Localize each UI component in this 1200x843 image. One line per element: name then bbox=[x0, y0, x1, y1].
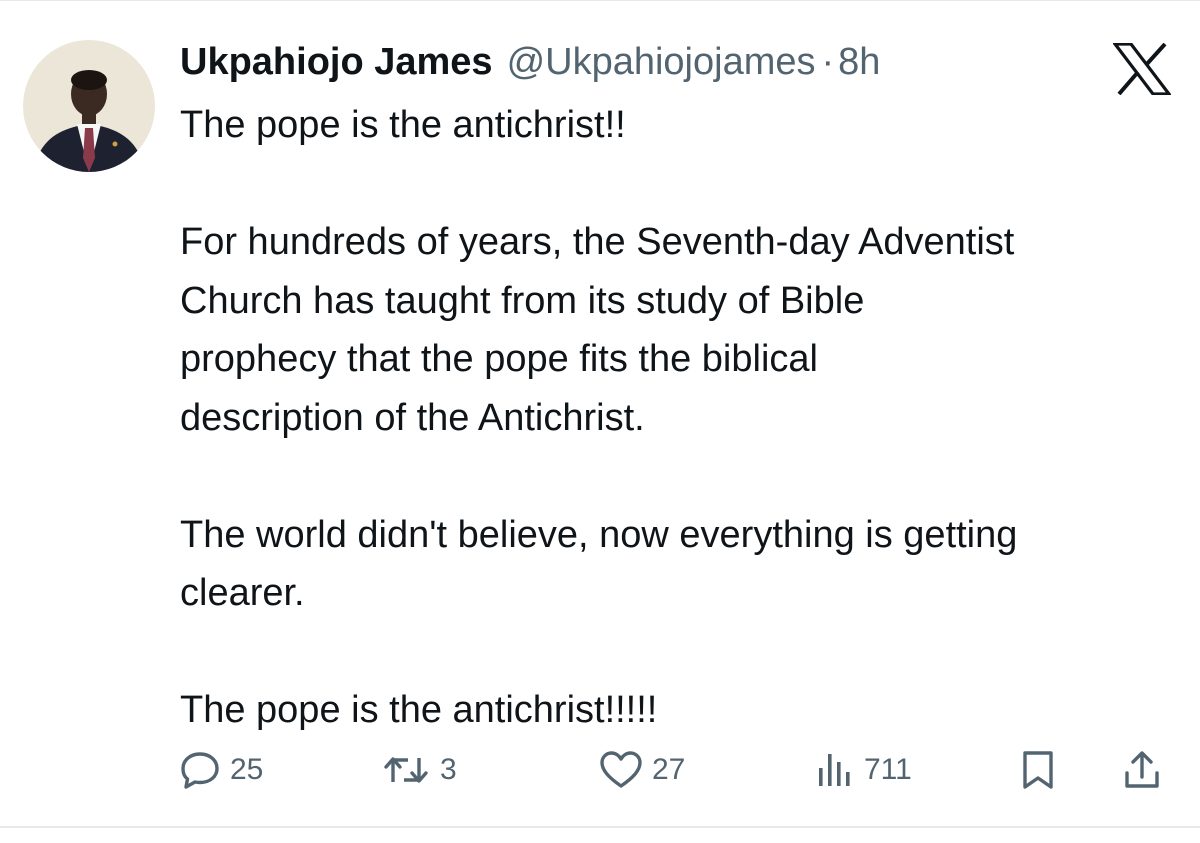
separator-dot: · bbox=[821, 41, 835, 83]
tweet-paragraph: The world didn't believe, now everything… bbox=[180, 513, 1018, 615]
tweet-text: The pope is the antichrist!! For hundred… bbox=[180, 96, 1180, 740]
x-logo-icon bbox=[1111, 42, 1173, 96]
reply-button[interactable]: 25 bbox=[178, 740, 263, 800]
reply-icon bbox=[178, 748, 222, 792]
repost-count: 3 bbox=[440, 753, 457, 786]
repost-icon bbox=[380, 748, 432, 792]
author-name[interactable]: Ukpahiojo James bbox=[180, 38, 493, 86]
tweet-header: Ukpahiojo James @Ukpahiojojames · 8h bbox=[180, 38, 880, 86]
like-button[interactable]: 27 bbox=[598, 740, 685, 800]
tweet-paragraph: The pope is the antichrist!!!!! bbox=[180, 689, 658, 731]
tweet-card: Ukpahiojo James @Ukpahiojojames · 8h The… bbox=[0, 0, 1200, 843]
heart-icon bbox=[598, 748, 644, 792]
reply-count: 25 bbox=[230, 753, 264, 786]
views-chart-icon bbox=[812, 748, 856, 792]
action-bar: 25 3 27 711 bbox=[0, 740, 1200, 800]
divider-bottom bbox=[0, 826, 1200, 828]
repost-button[interactable]: 3 bbox=[380, 740, 457, 800]
tweet-paragraph: For hundreds of years, the Seventh-day A… bbox=[180, 221, 1015, 439]
share-button[interactable] bbox=[1120, 740, 1164, 800]
bookmark-button[interactable] bbox=[1018, 740, 1058, 800]
author-handle[interactable]: @Ukpahiojojames bbox=[507, 38, 816, 86]
avatar[interactable] bbox=[23, 40, 155, 172]
like-count: 27 bbox=[652, 753, 686, 786]
bookmark-icon bbox=[1018, 748, 1058, 792]
share-icon bbox=[1120, 748, 1164, 792]
timestamp[interactable]: 8h bbox=[838, 38, 880, 86]
tweet-paragraph: The pope is the antichrist!! bbox=[180, 104, 626, 146]
views-button[interactable]: 711 bbox=[812, 740, 912, 800]
views-count: 711 bbox=[864, 753, 912, 786]
divider-top bbox=[0, 0, 1200, 1]
